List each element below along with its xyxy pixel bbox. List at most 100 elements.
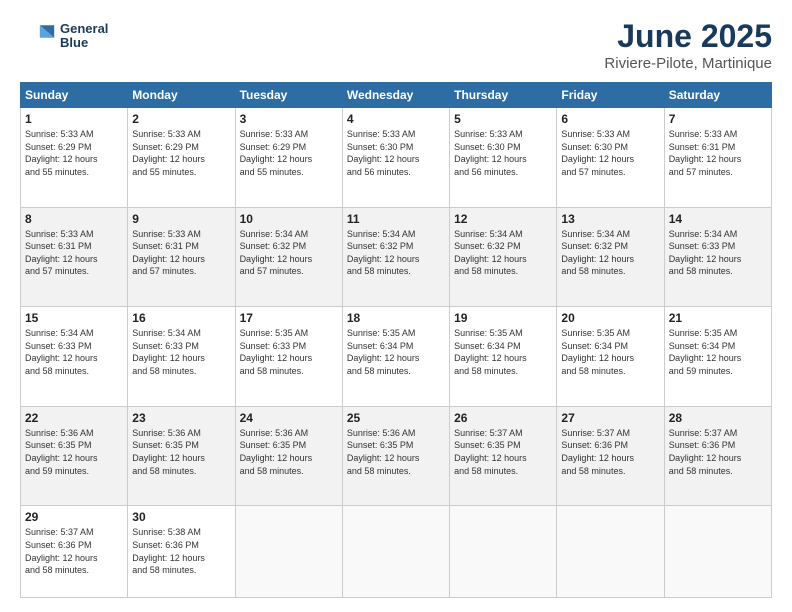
- day-info: Sunrise: 5:35 AM Sunset: 6:33 PM Dayligh…: [240, 327, 338, 377]
- title-block: June 2025 Riviere-Pilote, Martinique: [604, 18, 772, 72]
- day-number: 11: [347, 212, 445, 226]
- day-number: 24: [240, 411, 338, 425]
- day-info: Sunrise: 5:34 AM Sunset: 6:33 PM Dayligh…: [132, 327, 230, 377]
- day-info: Sunrise: 5:33 AM Sunset: 6:31 PM Dayligh…: [25, 228, 123, 278]
- day-number: 14: [669, 212, 767, 226]
- table-cell: 27 Sunrise: 5:37 AM Sunset: 6:36 PM Dayli…: [557, 406, 664, 506]
- day-info: Sunrise: 5:36 AM Sunset: 6:35 PM Dayligh…: [25, 427, 123, 477]
- day-number: 6: [561, 112, 659, 126]
- day-info: Sunrise: 5:35 AM Sunset: 6:34 PM Dayligh…: [347, 327, 445, 377]
- day-number: 15: [25, 311, 123, 325]
- day-info: Sunrise: 5:34 AM Sunset: 6:33 PM Dayligh…: [25, 327, 123, 377]
- day-number: 20: [561, 311, 659, 325]
- day-info: Sunrise: 5:36 AM Sunset: 6:35 PM Dayligh…: [132, 427, 230, 477]
- table-cell: 4Sunrise: 5:33 AM Sunset: 6:30 PM Daylig…: [342, 108, 449, 208]
- day-info: Sunrise: 5:33 AM Sunset: 6:30 PM Dayligh…: [347, 128, 445, 178]
- day-number: 22: [25, 411, 123, 425]
- table-cell: 12Sunrise: 5:34 AM Sunset: 6:32 PM Dayli…: [450, 207, 557, 307]
- day-info: Sunrise: 5:36 AM Sunset: 6:35 PM Dayligh…: [240, 427, 338, 477]
- table-cell: 23 Sunrise: 5:36 AM Sunset: 6:35 PM Dayli…: [128, 406, 235, 506]
- day-number: 8: [25, 212, 123, 226]
- day-number: 21: [669, 311, 767, 325]
- day-number: 25: [347, 411, 445, 425]
- day-info: Sunrise: 5:34 AM Sunset: 6:32 PM Dayligh…: [347, 228, 445, 278]
- table-cell: 8 Sunrise: 5:33 AM Sunset: 6:31 PM Daylig…: [21, 207, 128, 307]
- page: General Blue June 2025 Riviere-Pilote, M…: [0, 0, 792, 612]
- day-info: Sunrise: 5:33 AM Sunset: 6:29 PM Dayligh…: [240, 128, 338, 178]
- table-cell: 22 Sunrise: 5:36 AM Sunset: 6:35 PM Dayli…: [21, 406, 128, 506]
- day-number: 23: [132, 411, 230, 425]
- col-tuesday: Tuesday: [235, 83, 342, 108]
- day-info: Sunrise: 5:37 AM Sunset: 6:35 PM Dayligh…: [454, 427, 552, 477]
- day-info: Sunrise: 5:37 AM Sunset: 6:36 PM Dayligh…: [669, 427, 767, 477]
- col-saturday: Saturday: [664, 83, 771, 108]
- day-number: 5: [454, 112, 552, 126]
- table-cell: 5 Sunrise: 5:33 AM Sunset: 6:30 PM Daylig…: [450, 108, 557, 208]
- table-cell: 24 Sunrise: 5:36 AM Sunset: 6:35 PM Dayli…: [235, 406, 342, 506]
- day-number: 27: [561, 411, 659, 425]
- table-cell: [664, 506, 771, 598]
- day-info: Sunrise: 5:35 AM Sunset: 6:34 PM Dayligh…: [561, 327, 659, 377]
- day-number: 13: [561, 212, 659, 226]
- logo-text: General Blue: [60, 22, 108, 51]
- col-thursday: Thursday: [450, 83, 557, 108]
- table-cell: 17 Sunrise: 5:35 AM Sunset: 6:33 PM Dayli…: [235, 307, 342, 407]
- day-number: 18: [347, 311, 445, 325]
- logo-line1: General: [60, 22, 108, 36]
- col-wednesday: Wednesday: [342, 83, 449, 108]
- day-info: Sunrise: 5:35 AM Sunset: 6:34 PM Dayligh…: [669, 327, 767, 377]
- day-info: Sunrise: 5:34 AM Sunset: 6:32 PM Dayligh…: [454, 228, 552, 278]
- table-cell: [235, 506, 342, 598]
- col-monday: Monday: [128, 83, 235, 108]
- day-info: Sunrise: 5:35 AM Sunset: 6:34 PM Dayligh…: [454, 327, 552, 377]
- col-friday: Friday: [557, 83, 664, 108]
- day-info: Sunrise: 5:33 AM Sunset: 6:30 PM Dayligh…: [561, 128, 659, 178]
- day-info: Sunrise: 5:36 AM Sunset: 6:35 PM Dayligh…: [347, 427, 445, 477]
- table-cell: 10 Sunrise: 5:34 AM Sunset: 6:32 PM Dayli…: [235, 207, 342, 307]
- day-info: Sunrise: 5:34 AM Sunset: 6:32 PM Dayligh…: [561, 228, 659, 278]
- day-number: 2: [132, 112, 230, 126]
- day-info: Sunrise: 5:33 AM Sunset: 6:29 PM Dayligh…: [132, 128, 230, 178]
- day-number: 30: [132, 510, 230, 524]
- logo: General Blue: [20, 18, 108, 54]
- table-cell: 18 Sunrise: 5:35 AM Sunset: 6:34 PM Dayli…: [342, 307, 449, 407]
- day-info: Sunrise: 5:33 AM Sunset: 6:29 PM Dayligh…: [25, 128, 123, 178]
- header: General Blue June 2025 Riviere-Pilote, M…: [20, 18, 772, 72]
- day-number: 26: [454, 411, 552, 425]
- table-cell: 15 Sunrise: 5:34 AM Sunset: 6:33 PM Dayli…: [21, 307, 128, 407]
- day-info: Sunrise: 5:33 AM Sunset: 6:31 PM Dayligh…: [132, 228, 230, 278]
- day-info: Sunrise: 5:37 AM Sunset: 6:36 PM Dayligh…: [25, 526, 123, 576]
- table-cell: 9Sunrise: 5:33 AM Sunset: 6:31 PM Daylig…: [128, 207, 235, 307]
- table-cell: 3 Sunrise: 5:33 AM Sunset: 6:29 PM Daylig…: [235, 108, 342, 208]
- day-number: 16: [132, 311, 230, 325]
- day-info: Sunrise: 5:33 AM Sunset: 6:31 PM Dayligh…: [669, 128, 767, 178]
- table-cell: 6 Sunrise: 5:33 AM Sunset: 6:30 PM Daylig…: [557, 108, 664, 208]
- table-cell: [342, 506, 449, 598]
- table-cell: 26 Sunrise: 5:37 AM Sunset: 6:35 PM Dayli…: [450, 406, 557, 506]
- day-number: 29: [25, 510, 123, 524]
- day-number: 7: [669, 112, 767, 126]
- logo-icon: [20, 18, 56, 54]
- table-cell: 14 Sunrise: 5:34 AM Sunset: 6:33 PM Dayli…: [664, 207, 771, 307]
- day-number: 10: [240, 212, 338, 226]
- day-number: 17: [240, 311, 338, 325]
- day-number: 1: [25, 112, 123, 126]
- table-cell: 20 Sunrise: 5:35 AM Sunset: 6:34 PM Dayli…: [557, 307, 664, 407]
- table-cell: 16 Sunrise: 5:34 AM Sunset: 6:33 PM Dayli…: [128, 307, 235, 407]
- day-number: 28: [669, 411, 767, 425]
- table-cell: [557, 506, 664, 598]
- day-number: 19: [454, 311, 552, 325]
- day-info: Sunrise: 5:37 AM Sunset: 6:36 PM Dayligh…: [561, 427, 659, 477]
- table-cell: 28 Sunrise: 5:37 AM Sunset: 6:36 PM Dayli…: [664, 406, 771, 506]
- day-info: Sunrise: 5:33 AM Sunset: 6:30 PM Dayligh…: [454, 128, 552, 178]
- day-info: Sunrise: 5:34 AM Sunset: 6:32 PM Dayligh…: [240, 228, 338, 278]
- table-cell: 19 Sunrise: 5:35 AM Sunset: 6:34 PM Dayli…: [450, 307, 557, 407]
- calendar-title: June 2025: [604, 18, 772, 55]
- day-number: 3: [240, 112, 338, 126]
- day-info: Sunrise: 5:34 AM Sunset: 6:33 PM Dayligh…: [669, 228, 767, 278]
- logo-line2: Blue: [60, 36, 108, 50]
- table-cell: 7 Sunrise: 5:33 AM Sunset: 6:31 PM Daylig…: [664, 108, 771, 208]
- table-cell: 21 Sunrise: 5:35 AM Sunset: 6:34 PM Dayli…: [664, 307, 771, 407]
- day-info: Sunrise: 5:38 AM Sunset: 6:36 PM Dayligh…: [132, 526, 230, 576]
- col-sunday: Sunday: [21, 83, 128, 108]
